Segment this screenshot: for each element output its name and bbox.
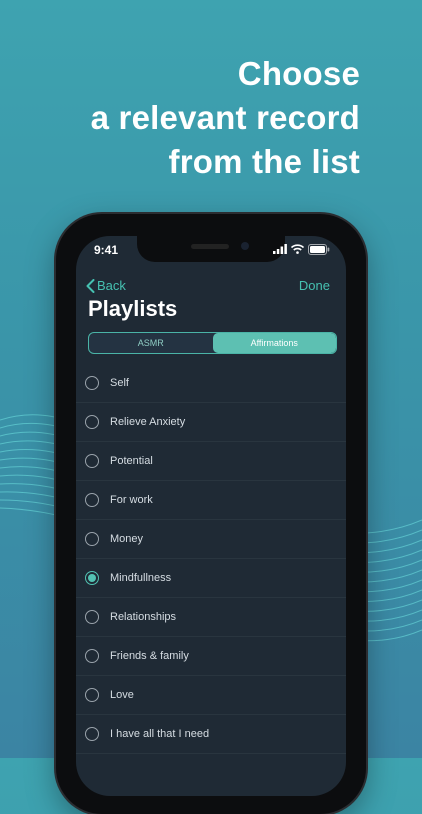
radio-button[interactable]	[85, 454, 99, 468]
list-item[interactable]: Self	[76, 364, 346, 403]
list-item-label: I have all that I need	[110, 728, 210, 740]
list-item[interactable]: Relieve Anxiety	[76, 403, 346, 442]
list-item-selected[interactable]: Mindfullness	[76, 559, 346, 598]
list-item-label: Relieve Anxiety	[110, 416, 186, 428]
battery-icon	[308, 243, 330, 255]
status-icons	[273, 243, 330, 255]
radio-button[interactable]	[85, 727, 99, 741]
speaker-grille	[191, 244, 229, 249]
list-item[interactable]: For work	[76, 481, 346, 520]
list-item[interactable]: Relationships	[76, 598, 346, 637]
page-title: Playlists	[88, 296, 178, 321]
list-item-label: Mindfullness	[110, 572, 172, 584]
headline-line-1: Choose	[237, 55, 360, 92]
radio-button-selected[interactable]	[85, 571, 99, 585]
list-item[interactable]: Love	[76, 676, 346, 715]
list-item-label: Self	[110, 377, 129, 389]
radio-button[interactable]	[85, 415, 99, 429]
status-time: 9:41	[94, 243, 119, 257]
phone-frame: 9:41 Back Done Playlists ASMR Affirmatio…	[56, 214, 366, 814]
list-item-label: Potential	[110, 455, 153, 467]
list-item-label: Relationships	[110, 611, 177, 623]
radio-button[interactable]	[85, 649, 99, 663]
list-item[interactable]: Money	[76, 520, 346, 559]
wifi-icon	[291, 244, 304, 254]
list-item[interactable]: Friends & family	[76, 637, 346, 676]
radio-button[interactable]	[85, 493, 99, 507]
list-item-label: Friends & family	[110, 650, 189, 662]
radio-button[interactable]	[85, 610, 99, 624]
segmented-control: ASMR Affirmations	[88, 332, 337, 354]
back-label: Back	[97, 278, 126, 293]
back-button[interactable]: Back	[86, 278, 126, 293]
signal-icon	[273, 244, 287, 254]
camera-icon	[241, 242, 249, 250]
tab-affirmations[interactable]: Affirmations	[212, 333, 336, 353]
radio-button[interactable]	[85, 376, 99, 390]
list-item[interactable]: Potential	[76, 442, 346, 481]
radio-button[interactable]	[85, 688, 99, 702]
headline-line-2: a relevant record	[90, 99, 360, 136]
list-item-label: For work	[110, 494, 153, 506]
chevron-left-icon	[86, 278, 95, 293]
headline-line-3: from the list	[168, 143, 360, 180]
headline: Choose a relevant record from the list	[91, 52, 360, 184]
tab-asmr[interactable]: ASMR	[89, 333, 213, 353]
list-item-label: Money	[110, 533, 144, 545]
notch	[137, 236, 285, 262]
phone-screen: 9:41 Back Done Playlists ASMR Affirmatio…	[76, 236, 346, 796]
playlist-list: Self Relieve Anxiety Potential For work …	[76, 364, 346, 754]
list-item[interactable]: I have all that I need	[76, 715, 346, 754]
radio-button[interactable]	[85, 532, 99, 546]
done-button[interactable]: Done	[299, 278, 330, 293]
list-item-label: Love	[110, 689, 134, 701]
